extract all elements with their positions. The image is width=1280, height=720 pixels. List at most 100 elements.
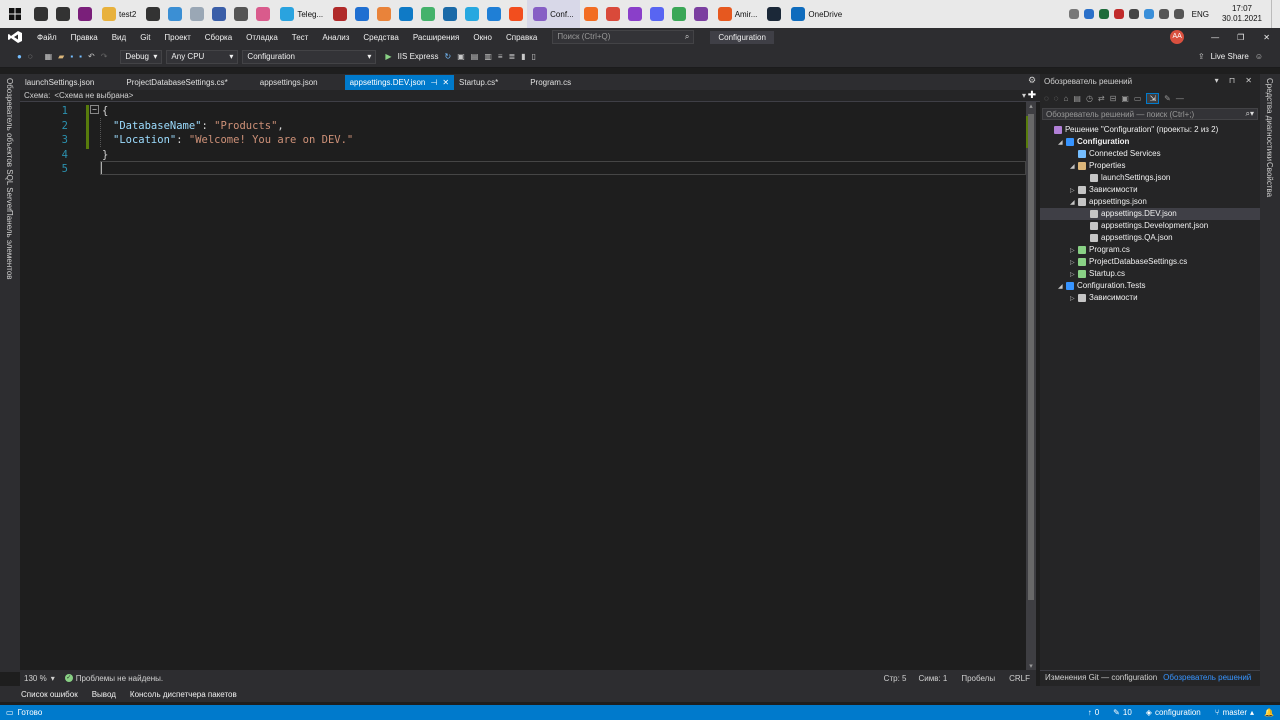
- quick-search-input[interactable]: Поиск (Ctrl+Q): [557, 31, 610, 43]
- editor-tab[interactable]: launchSettings.json: [20, 75, 99, 90]
- menu-item[interactable]: Сборка: [198, 33, 239, 42]
- scroll-down-arrow[interactable]: ▾: [1026, 662, 1036, 670]
- tree-item[interactable]: Решение "Configuration" (проекты: 2 из 2…: [1040, 124, 1260, 136]
- changes-count[interactable]: 10: [1123, 708, 1132, 717]
- collapse-all-icon[interactable]: ⊟: [1110, 94, 1117, 103]
- switch-views-icon[interactable]: ▤: [1073, 94, 1081, 103]
- chevron-up-icon[interactable]: ▴: [1250, 708, 1254, 717]
- menu-item[interactable]: Правка: [64, 33, 105, 42]
- taskbar-app[interactable]: [373, 0, 395, 28]
- show-all-files-icon[interactable]: ▣: [1121, 94, 1129, 103]
- tray-app-icon[interactable]: [1083, 9, 1094, 19]
- startup-project-select[interactable]: Configuration ▾: [242, 49, 377, 64]
- arrow-up-icon[interactable]: ↑: [1088, 708, 1092, 717]
- collapse-icon[interactable]: −: [90, 105, 99, 114]
- line-ending[interactable]: CRLF: [1009, 674, 1030, 683]
- forward-icon[interactable]: ◌: [25, 52, 36, 61]
- taskbar-app[interactable]: [142, 0, 164, 28]
- taskbar-app[interactable]: [624, 0, 646, 28]
- taskbar-app[interactable]: [30, 0, 52, 28]
- forward-icon[interactable]: ◌: [1054, 94, 1059, 103]
- menu-item[interactable]: Файл: [30, 33, 64, 42]
- menu-item[interactable]: Справка: [499, 33, 544, 42]
- live-share-button[interactable]: Live Share: [1208, 52, 1252, 61]
- taskbar-app[interactable]: [164, 0, 186, 28]
- taskbar-app[interactable]: [351, 0, 373, 28]
- wrench-icon[interactable]: ✎: [1164, 94, 1171, 103]
- toolbar-icon[interactable]: ▣: [454, 52, 468, 61]
- undo-icon[interactable]: ↶: [85, 52, 98, 61]
- menu-item[interactable]: Тест: [285, 33, 316, 42]
- redo-icon[interactable]: ↷: [98, 52, 111, 61]
- network-icon[interactable]: [1158, 9, 1169, 19]
- notification-icon[interactable]: ▭: [6, 708, 14, 717]
- open-folder-icon[interactable]: ▰: [55, 52, 67, 61]
- tab-output[interactable]: Вывод: [85, 690, 123, 699]
- sql-server-explorer-tab[interactable]: Обозреватель объектов SQL Server: [5, 78, 14, 211]
- taskbar-app[interactable]: Teleg...: [274, 0, 329, 28]
- toolbar-icon[interactable]: ▤: [468, 52, 482, 61]
- repository-name[interactable]: configuration: [1155, 708, 1201, 717]
- taskbar-app[interactable]: [252, 0, 274, 28]
- taskbar-app[interactable]: [186, 0, 208, 28]
- editor-tab[interactable]: appsettings.json: [255, 75, 323, 90]
- taskbar-app[interactable]: Conf...: [527, 0, 580, 28]
- taskbar-app[interactable]: [208, 0, 230, 28]
- taskbar-app[interactable]: [52, 0, 74, 28]
- properties-icon[interactable]: ▭: [1134, 94, 1142, 103]
- branch-name[interactable]: master: [1223, 708, 1247, 717]
- taskbar-app[interactable]: [763, 0, 785, 28]
- bookmark-icon[interactable]: ▮: [518, 52, 528, 61]
- tab-solution-explorer[interactable]: Обозреватель решений: [1163, 673, 1251, 682]
- taskbar-app[interactable]: [439, 0, 461, 28]
- collapsed-arrow-icon[interactable]: ▷: [1070, 293, 1078, 305]
- solution-search[interactable]: Обозреватель решений — поиск (Ctrl+;) ⌕▾: [1042, 108, 1258, 120]
- save-all-icon[interactable]: ▪: [76, 52, 85, 61]
- properties-tab[interactable]: Свойства: [1265, 162, 1274, 197]
- tray-app-icon[interactable]: [1128, 9, 1139, 19]
- editor-tab[interactable]: ProjectDatabaseSettings.cs*: [121, 75, 232, 90]
- tree-item[interactable]: ▷ Зависимости: [1040, 184, 1260, 196]
- menu-item[interactable]: Анализ: [315, 33, 356, 42]
- taskbar-app[interactable]: [668, 0, 690, 28]
- show-desktop-button[interactable]: [1271, 0, 1274, 28]
- tab-package-manager-console[interactable]: Консоль диспетчера пакетов: [123, 690, 244, 699]
- diagnostic-tools-tab[interactable]: Средства диагностики: [1265, 78, 1274, 161]
- help-icon[interactable]: [1068, 9, 1079, 19]
- new-item-icon[interactable]: ▦: [42, 52, 56, 61]
- taskbar-app[interactable]: [483, 0, 505, 28]
- taskbar-app[interactable]: [602, 0, 624, 28]
- refresh-icon[interactable]: ↻: [441, 52, 454, 61]
- menu-item[interactable]: Проект: [157, 33, 197, 42]
- editor-scrollbar[interactable]: ▴ ▾: [1026, 102, 1036, 670]
- line-number[interactable]: Стр: 5: [884, 674, 907, 683]
- taskbar-app[interactable]: [417, 0, 439, 28]
- pin-icon[interactable]: ⊣: [430, 75, 437, 90]
- taskbar-app[interactable]: [230, 0, 252, 28]
- chevron-down-icon[interactable]: ▾: [51, 674, 55, 683]
- configuration-select[interactable]: Debug ▾: [120, 49, 163, 64]
- start-button[interactable]: [0, 0, 30, 28]
- tree-item[interactable]: ▷ Program.cs: [1040, 244, 1260, 256]
- tree-item[interactable]: Connected Services: [1040, 148, 1260, 160]
- tray-app-icon[interactable]: [1113, 9, 1124, 19]
- toolbox-tab[interactable]: Панель элементов: [5, 210, 14, 280]
- tab-git-changes[interactable]: Изменения Git — configuration: [1045, 673, 1157, 682]
- chevron-down-icon[interactable]: ▾: [1022, 91, 1026, 100]
- tree-item[interactable]: launchSettings.json: [1040, 172, 1260, 184]
- tree-item[interactable]: appsettings.QA.json: [1040, 232, 1260, 244]
- run-button[interactable]: IIS Express: [395, 52, 442, 61]
- menu-item[interactable]: Окно: [466, 33, 499, 42]
- panel-controls[interactable]: ▾ ⊓ ✕: [1215, 76, 1256, 85]
- toolbar-icon[interactable]: ≡: [495, 52, 506, 61]
- bluetooth-icon[interactable]: [1143, 9, 1154, 19]
- save-icon[interactable]: ▪: [67, 52, 76, 61]
- feedback-icon[interactable]: ☺: [1252, 52, 1266, 61]
- problems-status[interactable]: Проблемы не найдены.: [76, 674, 163, 683]
- tree-item[interactable]: appsettings.Development.json: [1040, 220, 1260, 232]
- taskbar-app[interactable]: [461, 0, 483, 28]
- taskbar-app[interactable]: [580, 0, 602, 28]
- bell-icon[interactable]: 🔔: [1264, 708, 1274, 717]
- preview-icon[interactable]: ⇲: [1146, 92, 1160, 104]
- menu-item[interactable]: Средства: [356, 33, 405, 42]
